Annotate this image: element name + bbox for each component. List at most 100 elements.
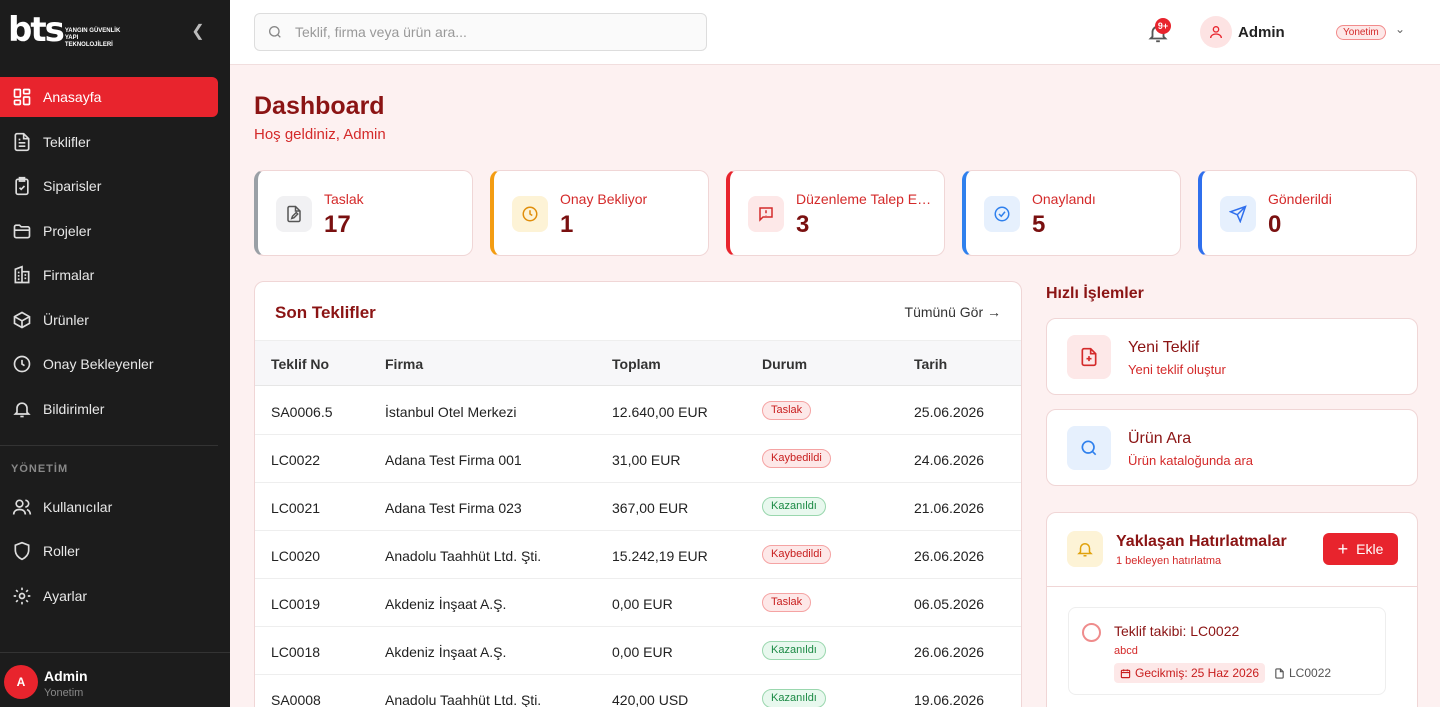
clock-icon: [522, 206, 538, 222]
sidebar-item-label: Onay Bekleyenler: [43, 356, 154, 372]
qa-icon-box: [1067, 335, 1111, 379]
box-icon: [13, 311, 31, 329]
table-cell-firma: İstanbul Otel Merkezi: [385, 404, 517, 420]
stat-card-taslak[interactable]: Taslak 17: [254, 170, 473, 256]
sidebar-item-label: Roller: [43, 543, 80, 559]
bell-icon: [1077, 543, 1093, 557]
table-cell-tarih: 24.06.2026: [914, 452, 985, 468]
column-header[interactable]: Durum: [762, 356, 807, 372]
divider: [1047, 586, 1417, 587]
brand-logo[interactable]: bts YANGIN GÜVENLİK YAPI TEKNOLOJİLERİ: [8, 10, 125, 56]
sidebar-item-onay-bekleyenler[interactable]: Onay Bekleyenler: [0, 344, 218, 384]
table-cell-tarih: 06.05.2026: [914, 596, 985, 612]
quick-action-product-search[interactable]: Ürün Ara Ürün kataloğunda ara: [1046, 409, 1418, 486]
status-badge: Kazanıldı: [762, 641, 826, 660]
user-avatar[interactable]: [1200, 16, 1232, 48]
stat-label: Düzenleme Talep Edildi: [796, 191, 936, 207]
chevron-down-icon[interactable]: ⌄: [1395, 22, 1405, 36]
stat-icon-box: [748, 196, 784, 232]
sidebar-item-anasayfa[interactable]: Anasayfa: [0, 77, 218, 117]
table-cell-no: SA0008: [271, 692, 321, 707]
sidebar-item-ayarlar[interactable]: Ayarlar: [0, 576, 218, 616]
user-name[interactable]: Admin: [1238, 24, 1285, 41]
see-all-link[interactable]: Tümünü Gör →: [905, 304, 1001, 320]
stat-value: 0: [1268, 211, 1282, 238]
reminder-ref[interactable]: LC0022: [1274, 666, 1331, 680]
table-cell-no: SA0006.5: [271, 404, 333, 420]
table-cell-firma: Akdeniz İnşaat A.Ş.: [385, 644, 507, 660]
sidebar-item-roller[interactable]: Roller: [0, 531, 218, 571]
sidebar-item-kullanicilar[interactable]: Kullanıcılar: [0, 487, 218, 527]
table-row[interactable]: LC0019 Akdeniz İnşaat A.Ş. 0,00 EUR Taslak 0…: [255, 579, 1021, 627]
quick-action-new-offer[interactable]: Yeni Teklif Yeni teklif oluştur: [1046, 318, 1418, 395]
status-badge: Taslak: [762, 401, 812, 420]
stat-card-duzenleme-talep[interactable]: Düzenleme Talep Edildi 3: [726, 170, 945, 256]
reminder-checkbox[interactable]: [1082, 623, 1101, 642]
building-icon: [14, 265, 30, 284]
stat-card-onay-bekliyor[interactable]: Onay Bekliyor 1: [490, 170, 709, 256]
status-badge: Kazanıldı: [762, 689, 826, 707]
table-row[interactable]: LC0021 Adana Test Firma 023 367,00 EUR Kaza…: [255, 483, 1021, 531]
status-badge: Kaybedildi: [762, 449, 831, 468]
sidebar-item-label: Ürünler: [43, 312, 89, 328]
add-reminder-button[interactable]: + Ekle: [1323, 533, 1398, 565]
search-box[interactable]: [254, 13, 707, 51]
reminder-item[interactable]: Teklif takibi: LC0022 abcd Gecikmiş: 25 …: [1068, 607, 1386, 695]
sidebar-item-label: Bildirimler: [43, 401, 105, 417]
table-cell-tarih: 26.06.2026: [914, 644, 985, 660]
stat-card-gonderildi[interactable]: Gönderildi 0: [1198, 170, 1417, 256]
sidebar-item-bildirimler[interactable]: Bildirimler: [0, 389, 218, 429]
sidebar-user-name: Admin: [44, 668, 88, 684]
logo-mark: bts: [8, 10, 65, 50]
table-row[interactable]: SA0006.5 İstanbul Otel Merkezi 12.640,00 E…: [255, 387, 1021, 435]
search-icon: [1081, 440, 1097, 456]
stat-icon-box: [276, 196, 312, 232]
sidebar-item-firmalar[interactable]: Firmalar: [0, 255, 218, 295]
plus-icon: +: [1337, 539, 1349, 559]
document-icon: [14, 132, 30, 152]
table-cell-no: LC0021: [271, 500, 321, 516]
logo-subtitle: YANGIN GÜVENLİK YAPI TEKNOLOJİLERİ: [64, 28, 121, 48]
table-cell-no: LC0022: [271, 452, 321, 468]
collapse-sidebar-icon[interactable]: ❮: [188, 22, 208, 42]
table-cell-no: LC0020: [271, 548, 321, 564]
table-cell-toplam: 0,00 EUR: [612, 644, 673, 660]
search-input[interactable]: [295, 14, 695, 50]
page-subtitle: Hoş geldiniz, Admin: [254, 126, 386, 143]
reminder-ref-text: LC0022: [1289, 666, 1332, 680]
table-row[interactable]: LC0020 Anadolu Taahhüt Ltd. Şti. 15.242,19…: [255, 531, 1021, 579]
sidebar-section-label: YÖNETİM: [11, 463, 69, 475]
gear-icon: [13, 587, 31, 605]
table-row[interactable]: SA0008 Anadolu Taahhüt Ltd. Şti. 420,00 US…: [255, 675, 1021, 707]
stat-icon-box: [1220, 196, 1256, 232]
stat-label: Taslak: [324, 191, 364, 207]
shield-icon: [14, 541, 30, 561]
stat-card-onaylandi[interactable]: Onaylandı 5: [962, 170, 1181, 256]
column-header[interactable]: Toplam: [612, 356, 661, 372]
column-header[interactable]: Teklif No: [271, 356, 329, 372]
notification-badge: 9+: [1155, 18, 1171, 34]
table-cell-tarih: 25.06.2026: [914, 404, 985, 420]
quick-action-desc: Yeni teklif oluştur: [1128, 362, 1226, 377]
column-header[interactable]: Firma: [385, 356, 423, 372]
table-cell-toplam: 12.640,00 EUR: [612, 404, 708, 420]
reminder-title: Teklif takibi: LC0022: [1114, 623, 1240, 639]
sidebar-item-siparisler[interactable]: Siparisler: [0, 166, 218, 206]
reminders-subtitle: 1 bekleyen hatırlatma: [1116, 555, 1222, 567]
sidebar-item-urunler[interactable]: Ürünler: [0, 300, 218, 340]
stat-icon-box: [512, 196, 548, 232]
sidebar-item-teklifler[interactable]: Teklifler: [0, 122, 218, 162]
sidebar-item-label: Ayarlar: [43, 588, 88, 604]
table-row[interactable]: LC0022 Adana Test Firma 001 31,00 EUR Kaybe…: [255, 435, 1021, 483]
file-plus-icon: [1081, 347, 1097, 367]
table-row[interactable]: LC0018 Akdeniz İnşaat A.Ş. 0,00 EUR Kazanıl…: [255, 627, 1021, 675]
table-header: Teklif No Firma Toplam Durum Tarih: [255, 340, 1021, 386]
table-cell-toplam: 15.242,19 EUR: [612, 548, 708, 564]
column-header[interactable]: Tarih: [914, 356, 947, 372]
stat-value: 5: [1032, 211, 1046, 238]
sidebar-item-projeler[interactable]: Projeler: [0, 211, 218, 251]
stat-label: Onay Bekliyor: [560, 191, 648, 207]
sidebar-user[interactable]: A Admin Yonetim: [0, 652, 230, 707]
table-cell-toplam: 0,00 EUR: [612, 596, 673, 612]
sidebar-item-label: Projeler: [43, 223, 92, 239]
